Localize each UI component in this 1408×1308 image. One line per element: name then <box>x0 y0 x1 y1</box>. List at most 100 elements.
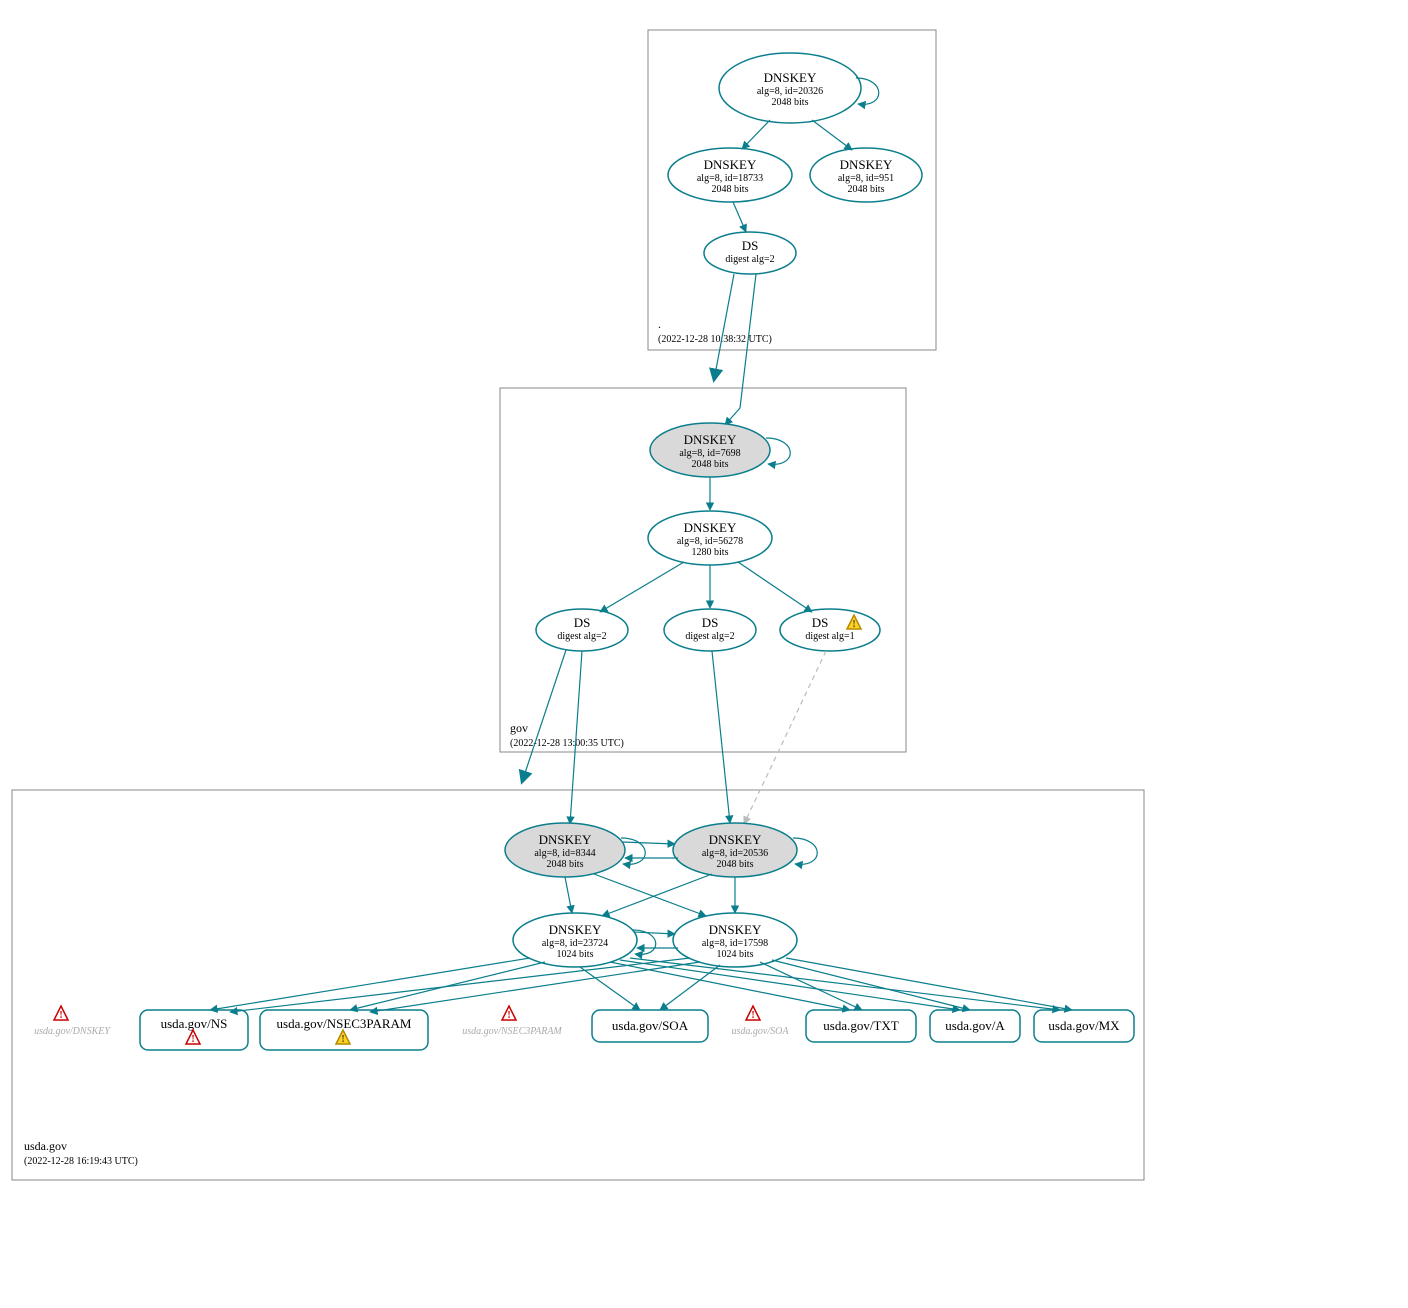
node-root-zsk1[interactable]: DNSKEY alg=8, id=18733 2048 bits <box>668 148 792 202</box>
edge <box>350 962 545 1010</box>
svg-text:digest alg=1: digest alg=1 <box>805 631 854 642</box>
svg-text:digest alg=2: digest alg=2 <box>557 631 606 642</box>
svg-text:DNSKEY: DNSKEY <box>764 70 817 85</box>
node-root-ds[interactable]: DS digest alg=2 <box>704 232 796 274</box>
svg-text:DS: DS <box>742 238 759 253</box>
ghost-soa: usda.gov/SOA <box>732 1026 790 1037</box>
svg-text:1024 bits: 1024 bits <box>717 949 754 960</box>
ghost-n3p: usda.gov/NSEC3PARAM <box>462 1026 562 1037</box>
svg-text:alg=8, id=17598: alg=8, id=17598 <box>702 938 768 949</box>
node-usda-zsk1[interactable]: DNSKEY alg=8, id=23724 1024 bits <box>513 913 637 967</box>
node-gov-ds1[interactable]: DS digest alg=2 <box>536 609 628 651</box>
edge <box>602 874 712 916</box>
zone-label-root: . <box>658 317 661 331</box>
svg-text:2048 bits: 2048 bits <box>712 184 749 195</box>
svg-text:2048 bits: 2048 bits <box>772 97 809 108</box>
svg-text:!: ! <box>59 1010 62 1021</box>
svg-text:DNSKEY: DNSKEY <box>709 832 762 847</box>
error-icon: ! <box>54 1006 68 1021</box>
svg-text:DNSKEY: DNSKEY <box>840 157 893 172</box>
edge-root-to-gov <box>714 274 734 380</box>
edge <box>786 958 1072 1010</box>
zone-time-gov: (2022-12-28 13:00:35 UTC) <box>510 738 624 749</box>
edge <box>772 960 970 1010</box>
node-usda-ksk2[interactable]: DNSKEY alg=8, id=20536 2048 bits <box>673 823 797 877</box>
svg-text:DNSKEY: DNSKEY <box>684 432 737 447</box>
node-gov-ksk[interactable]: DNSKEY alg=8, id=7698 2048 bits <box>650 423 770 477</box>
svg-text:1024 bits: 1024 bits <box>557 949 594 960</box>
svg-text:digest alg=2: digest alg=2 <box>725 254 774 265</box>
edge <box>230 958 690 1012</box>
error-icon: ! <box>746 1006 760 1021</box>
svg-text:alg=8, id=56278: alg=8, id=56278 <box>677 536 743 547</box>
svg-text:2048 bits: 2048 bits <box>717 859 754 870</box>
svg-text:alg=8, id=20326: alg=8, id=20326 <box>757 86 823 97</box>
rr-soa[interactable]: usda.gov/SOA <box>592 1010 708 1042</box>
zone-label-usda: usda.gov <box>24 1139 67 1153</box>
svg-text:DNSKEY: DNSKEY <box>709 922 762 937</box>
svg-text:DNSKEY: DNSKEY <box>549 922 602 937</box>
svg-text:alg=8, id=951: alg=8, id=951 <box>838 173 894 184</box>
edge <box>565 877 572 913</box>
node-gov-ds3[interactable]: DS digest alg=1 <box>780 609 880 651</box>
node-usda-zsk2[interactable]: DNSKEY alg=8, id=17598 1024 bits <box>673 913 797 967</box>
svg-text:usda.gov/SOA: usda.gov/SOA <box>612 1018 689 1033</box>
edge <box>712 651 730 823</box>
edge <box>812 120 852 150</box>
svg-text:!: ! <box>751 1010 754 1021</box>
svg-text:!: ! <box>507 1010 510 1021</box>
node-root-ksk[interactable]: DNSKEY alg=8, id=20326 2048 bits <box>719 53 861 123</box>
svg-text:!: ! <box>852 619 855 630</box>
svg-text:2048 bits: 2048 bits <box>692 459 729 470</box>
edge-dashed <box>744 651 826 824</box>
node-usda-ksk1[interactable]: DNSKEY alg=8, id=8344 2048 bits <box>505 823 625 877</box>
edge <box>210 958 530 1010</box>
svg-text:alg=8, id=23724: alg=8, id=23724 <box>542 938 608 949</box>
edge <box>594 874 706 916</box>
svg-text:2048 bits: 2048 bits <box>547 859 584 870</box>
svg-text:alg=8, id=8344: alg=8, id=8344 <box>534 848 595 859</box>
svg-text:usda.gov/A: usda.gov/A <box>945 1018 1005 1033</box>
rr-a[interactable]: usda.gov/A <box>930 1010 1020 1042</box>
edge <box>660 965 720 1010</box>
svg-text:alg=8, id=18733: alg=8, id=18733 <box>697 173 763 184</box>
edge <box>620 960 960 1010</box>
node-gov-zsk[interactable]: DNSKEY alg=8, id=56278 1280 bits <box>648 511 772 565</box>
svg-text:usda.gov/MX: usda.gov/MX <box>1048 1018 1120 1033</box>
svg-text:!: ! <box>341 1034 344 1045</box>
edge-gov-to-usda <box>522 650 566 782</box>
edge <box>610 962 850 1010</box>
edge <box>742 120 770 149</box>
svg-text:2048 bits: 2048 bits <box>848 184 885 195</box>
edge <box>634 932 675 934</box>
svg-text:alg=8, id=7698: alg=8, id=7698 <box>679 448 740 459</box>
edge <box>622 842 675 844</box>
edge <box>580 967 640 1010</box>
svg-text:DNSKEY: DNSKEY <box>704 157 757 172</box>
svg-text:DS: DS <box>812 615 829 630</box>
svg-text:digest alg=2: digest alg=2 <box>685 631 734 642</box>
svg-text:DNSKEY: DNSKEY <box>684 520 737 535</box>
edge <box>600 562 684 612</box>
node-root-zsk2[interactable]: DNSKEY alg=8, id=951 2048 bits <box>810 148 922 202</box>
zone-time-root: (2022-12-28 10:38:32 UTC) <box>658 334 772 345</box>
svg-text:alg=8, id=20536: alg=8, id=20536 <box>702 848 768 859</box>
svg-text:usda.gov/NSEC3PARAM: usda.gov/NSEC3PARAM <box>277 1016 412 1031</box>
zone-time-usda: (2022-12-28 16:19:43 UTC) <box>24 1156 138 1167</box>
svg-text:1280 bits: 1280 bits <box>692 547 729 558</box>
zone-label-gov: gov <box>510 721 528 735</box>
svg-text:usda.gov/NS: usda.gov/NS <box>161 1016 228 1031</box>
dnssec-diagram: . (2022-12-28 10:38:32 UTC) gov (2022-12… <box>0 0 1408 1308</box>
svg-text:DS: DS <box>702 615 719 630</box>
svg-text:DNSKEY: DNSKEY <box>539 832 592 847</box>
svg-text:!: ! <box>191 1034 194 1045</box>
svg-text:DS: DS <box>574 615 591 630</box>
error-icon: ! <box>502 1006 516 1021</box>
edge <box>733 202 746 232</box>
rr-txt[interactable]: usda.gov/TXT <box>806 1010 916 1042</box>
ghost-dnskey: usda.gov/DNSKEY <box>34 1026 111 1037</box>
svg-text:usda.gov/TXT: usda.gov/TXT <box>823 1018 899 1033</box>
edge <box>738 562 812 612</box>
rr-mx[interactable]: usda.gov/MX <box>1034 1010 1134 1042</box>
node-gov-ds2[interactable]: DS digest alg=2 <box>664 609 756 651</box>
